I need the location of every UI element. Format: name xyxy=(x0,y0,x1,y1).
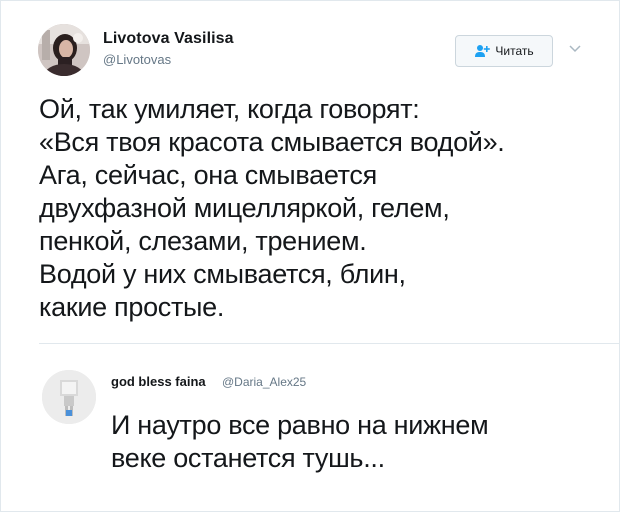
tweet-line: «Вся твоя красота смывается водой». xyxy=(39,127,505,157)
tweet-line: Ой, так умиляет, когда говорят: xyxy=(39,94,420,124)
author-avatar[interactable] xyxy=(38,24,90,76)
reply-author-handle[interactable]: @Daria_Alex25 xyxy=(222,375,306,389)
tweet-line: Водой у них смывается, блин, xyxy=(39,259,406,289)
divider xyxy=(39,343,619,344)
follow-label: Читать xyxy=(495,44,534,58)
reply-text: И наутро все равно на нижнем веке остане… xyxy=(111,409,611,475)
tweet-line: пенкой, слезами, трением. xyxy=(39,226,367,256)
tweet-line: двухфазной мицелляркой, гелем, xyxy=(39,193,450,223)
tweet-line: какие простые. xyxy=(39,292,225,322)
tweet-line: Ага, сейчас, она смывается xyxy=(39,160,377,190)
person-plus-icon xyxy=(474,44,491,58)
tweet-text: Ой, так умиляет, когда говорят: «Вся тво… xyxy=(39,93,609,324)
tweet-card: Livotova Vasilisa @Livotovas Читать Ой, … xyxy=(0,0,620,512)
author-handle[interactable]: @Livotovas xyxy=(103,52,171,67)
reply-avatar[interactable] xyxy=(42,370,96,424)
follow-button[interactable]: Читать xyxy=(455,35,553,67)
reply-line: И наутро все равно на нижнем xyxy=(111,410,489,440)
author-avatar-image xyxy=(38,24,90,76)
reply-line: веке останется тушь... xyxy=(111,443,385,473)
chevron-down-icon[interactable] xyxy=(568,41,582,55)
author-name[interactable]: Livotova Vasilisa xyxy=(103,30,234,48)
reply-avatar-image xyxy=(42,370,96,424)
reply-author-name[interactable]: god bless faina xyxy=(111,374,206,389)
